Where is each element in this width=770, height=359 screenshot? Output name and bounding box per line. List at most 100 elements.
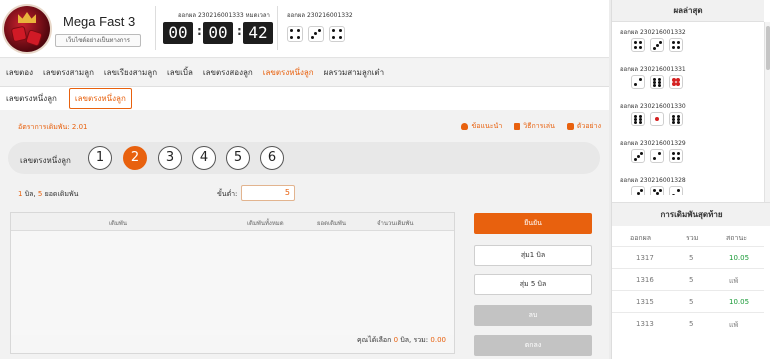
history-row[interactable]: 1313 5 แพ้ — [612, 312, 764, 336]
number-ball-6[interactable]: 6 — [260, 146, 284, 170]
countdown-colon: : — [237, 24, 242, 38]
last-result-dice — [287, 26, 345, 42]
bet-rate: อัตราการเดิมพัน: 2.01 — [18, 123, 88, 131]
die-face-3-icon — [631, 186, 645, 195]
col-bet-count: จำนวนเดิมพัน — [377, 220, 414, 227]
history-status: แพ้ — [729, 321, 739, 329]
die-face-4-icon — [669, 149, 683, 163]
result-dice — [620, 75, 760, 89]
how-to-play-label: วิธีการเล่น — [523, 122, 555, 130]
latest-results-title: ผลล่าสุด — [612, 0, 764, 22]
number-ball-4[interactable]: 4 — [192, 146, 216, 170]
col-total-bet: เดิมพันทั้งหมด — [247, 220, 284, 227]
delete-button[interactable]: ลบ — [474, 305, 592, 326]
history-status: แพ้ — [729, 277, 739, 285]
history-col-round: ออกผล — [630, 234, 652, 242]
result-item: ออกผล 230216001328 — [620, 175, 760, 195]
how-to-play-link[interactable]: วิธีการเล่น — [514, 121, 555, 132]
die-face-4-icon — [669, 75, 683, 89]
col-bet: เดิมพัน — [109, 220, 127, 227]
die-face-6-icon — [631, 112, 645, 126]
number-selector: เลขตรงหนึ่งลูก 1 2 3 4 5 6 — [8, 142, 600, 174]
subtab-one-straight-b[interactable]: เลขตรงหนึ่งลูก — [68, 88, 132, 109]
footer-total: 0.00 — [430, 336, 446, 344]
number-ball-5[interactable]: 5 — [226, 146, 250, 170]
die-face-1-icon — [650, 112, 664, 126]
game-title: Mega Fast 3 — [63, 14, 136, 29]
die-face-2-icon — [669, 186, 683, 195]
col-bet-amount: ยอดเดิมพัน — [317, 220, 346, 227]
number-ball-2[interactable]: 2 — [123, 146, 147, 170]
results-scrollbar[interactable] — [764, 22, 770, 202]
number-ball-1[interactable]: 1 — [88, 146, 112, 170]
confirm-button[interactable]: ยืนยัน — [474, 213, 592, 234]
last-round-label: ออกผล 230216001332 — [287, 12, 353, 19]
history-total: 5 — [689, 276, 694, 284]
random-1-button[interactable]: สุ่ม1 บิล — [474, 245, 592, 266]
current-round-label: ออกผล 230216001333 หมดเวลา — [178, 12, 270, 19]
min-bet-input[interactable]: 5 — [241, 185, 295, 201]
countdown-hours: 00 — [163, 22, 193, 44]
bet-count: 1 — [18, 190, 23, 198]
bet-table: เดิมพัน เดิมพันทั้งหมด ยอดเดิมพัน จำนวนเ… — [10, 212, 455, 354]
example-link[interactable]: ตัวอย่าง — [566, 121, 601, 132]
last-bets-title: การเดิมพันสุดท้าย — [612, 202, 770, 226]
history-row[interactable]: 1315 5 10.05 — [612, 290, 764, 314]
result-dice — [620, 38, 760, 52]
tab-double[interactable]: เลขเบิ้ล — [167, 66, 193, 79]
result-round: ออกผล 230216001332 — [620, 29, 686, 36]
bet-total: 5 — [37, 190, 43, 198]
result-item: ออกผล 230216001330 — [620, 101, 760, 138]
history-row[interactable]: 1316 5 แพ้ — [612, 268, 764, 292]
footer-count: 0 — [393, 336, 399, 344]
official-site-button[interactable]: เว็บไซต์อย่างเป็นทางการ — [55, 34, 141, 47]
subtab-one-straight-a[interactable]: เลขตรงหนึ่งลูก — [6, 92, 57, 105]
tab-three-straight[interactable]: เลขตรงสามลูก — [43, 66, 94, 79]
history-status: 10.05 — [729, 298, 750, 306]
example-label: ตัวอย่าง — [576, 122, 601, 130]
history-header: ออกผล รวม สถานะ — [612, 226, 764, 246]
result-item: ออกผล 230216001332 — [620, 27, 760, 64]
agree-button[interactable]: ตกลง — [474, 335, 592, 356]
die-face-4-icon — [669, 38, 683, 52]
result-item: ออกผล 230216001329 — [620, 138, 760, 175]
history-total: 5 — [689, 254, 694, 262]
scrollbar-thumb[interactable] — [766, 26, 770, 70]
result-item: ออกผล 230216001331 — [620, 64, 760, 101]
tab-two-straight[interactable]: เลขตรงสองลูก — [203, 66, 253, 79]
right-panel: ผลล่าสุด ออกผล 230216001332 ออกผล 2302160… — [611, 0, 770, 359]
random-5-button[interactable]: สุ่ม 5 บิล — [474, 274, 592, 295]
hint-link[interactable]: ข้อแนะนำ — [461, 121, 502, 132]
dice-icon — [566, 123, 574, 130]
history-total: 5 — [689, 320, 694, 328]
die-face-4-icon — [329, 26, 345, 42]
lightbulb-icon — [461, 123, 469, 130]
history-col-status: สถานะ — [726, 234, 747, 242]
header: Mega Fast 3 เว็บไซต์อย่างเป็นทางการ ออกผ… — [0, 0, 609, 58]
history-total: 5 — [689, 298, 694, 306]
die-face-6-icon — [669, 112, 683, 126]
divider — [277, 6, 278, 50]
history-row[interactable]: 1317 5 10.05 — [612, 246, 764, 270]
tab-three-sequence[interactable]: เลขเรียงสามลูก — [104, 66, 157, 79]
number-ball-3[interactable]: 3 — [158, 146, 182, 170]
play-type-tabs: เลขตอง เลขตรงสามลูก เลขเรียงสามลูก เลขเบ… — [0, 59, 609, 87]
bet-table-body — [11, 231, 454, 335]
tab-one-straight[interactable]: เลขตรงหนึ่งลูก — [263, 66, 314, 79]
history-round: 1313 — [636, 320, 654, 328]
bet-table-header: เดิมพัน เดิมพันทั้งหมด ยอดเดิมพัน จำนวนเ… — [11, 213, 454, 231]
bet-total-unit: ยอดเดิมพัน — [44, 190, 79, 198]
tab-triple[interactable]: เลขตอง — [6, 66, 33, 79]
die-face-3-icon — [650, 38, 664, 52]
result-dice — [620, 186, 760, 195]
tab-three-dice-sum[interactable]: ผลรวมสามลูกเต๋า — [324, 66, 384, 79]
die-face-2-icon — [650, 149, 664, 163]
document-icon — [514, 123, 521, 130]
result-round: ออกผล 230216001328 — [620, 177, 686, 184]
die-face-6-icon — [650, 75, 664, 89]
die-face-3-icon — [308, 26, 324, 42]
history-status: 10.05 — [729, 254, 750, 262]
divider — [155, 6, 156, 50]
info-row: อัตราการเดิมพัน: 2.01 ข้อแนะนำ วิธีการเล… — [0, 115, 609, 137]
result-dice — [620, 149, 760, 163]
